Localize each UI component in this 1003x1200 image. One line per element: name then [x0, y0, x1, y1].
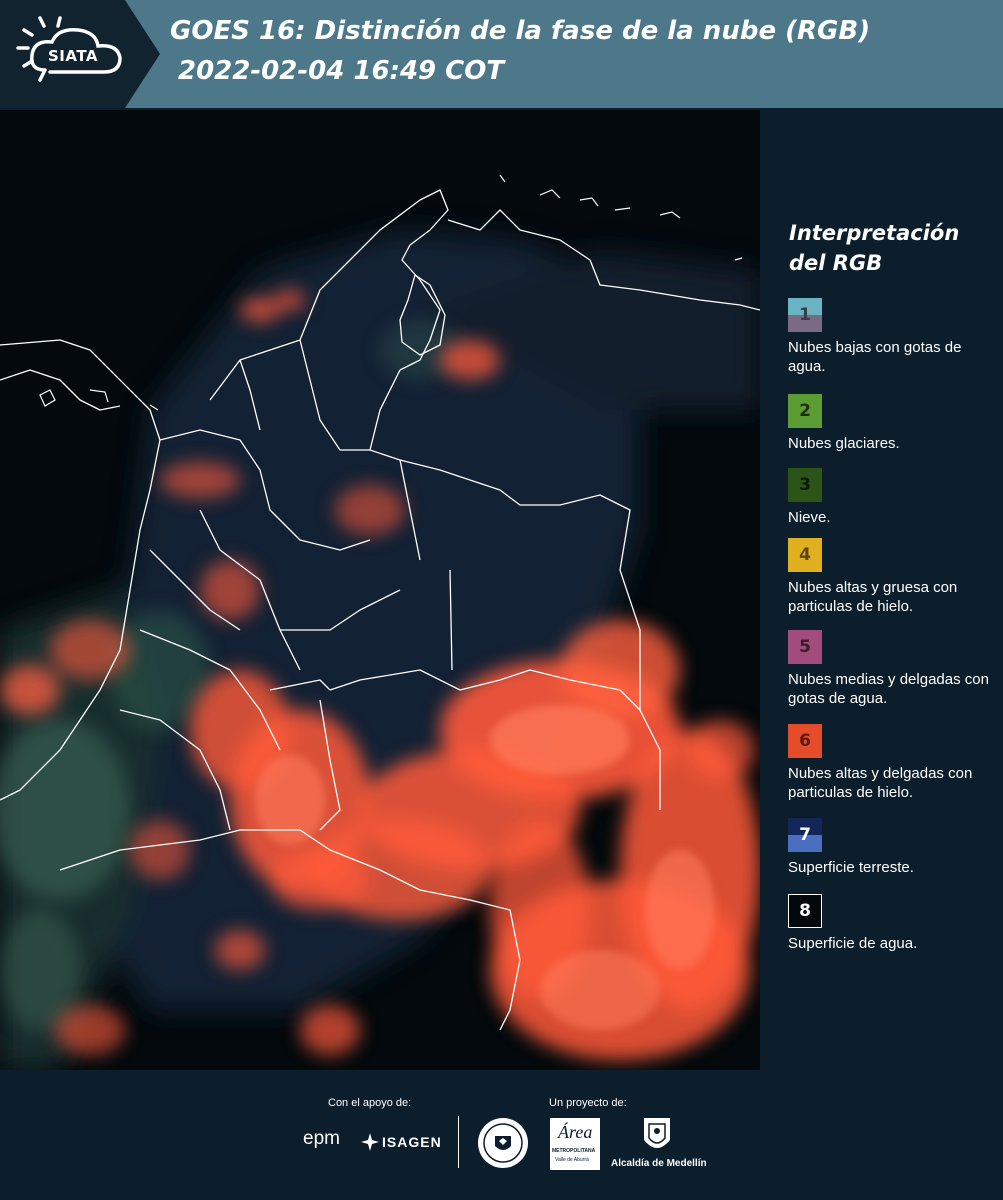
legend-swatch-5-number: 5 [799, 637, 811, 657]
support-label: Con el apoyo de: [328, 1097, 412, 1109]
legend-item-8: 8 Superficie de agua. [788, 894, 1000, 953]
epm-logo: epm [303, 1128, 340, 1149]
area-logo-subtext-2: Valle de Aburrá [555, 1157, 589, 1163]
legend-title: Interpretación del RGB [789, 218, 959, 278]
siata-logo-text: SIATA [48, 47, 99, 65]
legend-swatch-6: 6 [788, 724, 822, 758]
header-bar: SIATA GOES 16: Distinción de la fase de … [0, 0, 1003, 108]
legend-label-3: Nieve. [788, 509, 831, 526]
alcaldia-logo-text: Alcaldía de Medellín [611, 1158, 707, 1169]
legend-label-5: Nubes medias y delgadas con gotas de agu… [788, 671, 989, 707]
legend-swatch-8-number: 8 [799, 901, 811, 921]
area-logo-subtext: METROPOLITANA [552, 1148, 596, 1154]
footer-bar: Con el apoyo de: Un proyecto de: epm ISA… [0, 1070, 1003, 1200]
legend-swatch-7: 7 [788, 818, 822, 852]
legend-swatch-2: 2 [788, 394, 822, 428]
siata-logo: SIATA [0, 0, 160, 108]
legend-panel: Interpretación del RGB 1 Nubes bajas con… [762, 110, 1003, 1070]
legend-item-3: 3 Nieve. [788, 468, 1000, 527]
project-label: Un proyecto de: [549, 1097, 627, 1109]
legend-label-2: Nubes glaciares. [788, 435, 900, 452]
legend-item-5: 5 Nubes medias y delgadas con gotas de a… [788, 630, 1000, 708]
isagen-star-icon [361, 1133, 379, 1151]
gobernacion-seal-icon [478, 1118, 528, 1168]
page-timestamp: 2022-02-04 16:49 COT [178, 56, 505, 86]
legend-swatch-8: 8 [788, 894, 822, 928]
medellin-shield-icon [644, 1118, 670, 1148]
legend-label-4: Nubes altas y gruesa con particulas de h… [788, 579, 958, 615]
legend-item-4: 4 Nubes altas y gruesa con particulas de… [788, 538, 1000, 616]
legend-item-7: 7 Superficie terreste. [788, 818, 1000, 877]
area-metropolitana-logo: Área METROPOLITANA Valle de Aburrá [550, 1118, 600, 1170]
legend-swatch-4-number: 4 [799, 545, 811, 565]
legend-label-7: Superficie terreste. [788, 859, 914, 876]
legend-label-8: Superficie de agua. [788, 935, 918, 952]
isagen-logo: ISAGEN [382, 1134, 442, 1150]
legend-swatch-3: 3 [788, 468, 822, 502]
legend-swatch-6-number: 6 [799, 731, 811, 751]
legend-item-2: 2 Nubes glaciares. [788, 394, 1000, 453]
legend-swatch-5: 5 [788, 630, 822, 664]
legend-swatch-7-number: 7 [799, 825, 811, 845]
legend-swatch-4: 4 [788, 538, 822, 572]
legend-swatch-3-number: 3 [799, 475, 811, 495]
legend-swatch-1: 1 [788, 298, 822, 332]
legend-swatch-2-number: 2 [799, 401, 811, 421]
satellite-map [0, 110, 760, 1070]
footer-divider [458, 1116, 459, 1168]
legend-title-line1: Interpretación [789, 221, 960, 245]
legend-item-1: 1 Nubes bajas con gotas de agua. [788, 298, 1000, 376]
page-title: GOES 16: Distinción de la fase de la nub… [170, 16, 871, 46]
area-logo-text: Área [558, 1122, 593, 1142]
legend-title-line2: del RGB [789, 251, 883, 275]
legend-label-1: Nubes bajas con gotas de agua. [788, 339, 962, 375]
legend-label-6: Nubes altas y delgadas con particulas de… [788, 765, 973, 801]
legend-swatch-1-number: 1 [799, 305, 811, 325]
satellite-image [0, 110, 760, 1070]
legend-item-6: 6 Nubes altas y delgadas con particulas … [788, 724, 1000, 802]
